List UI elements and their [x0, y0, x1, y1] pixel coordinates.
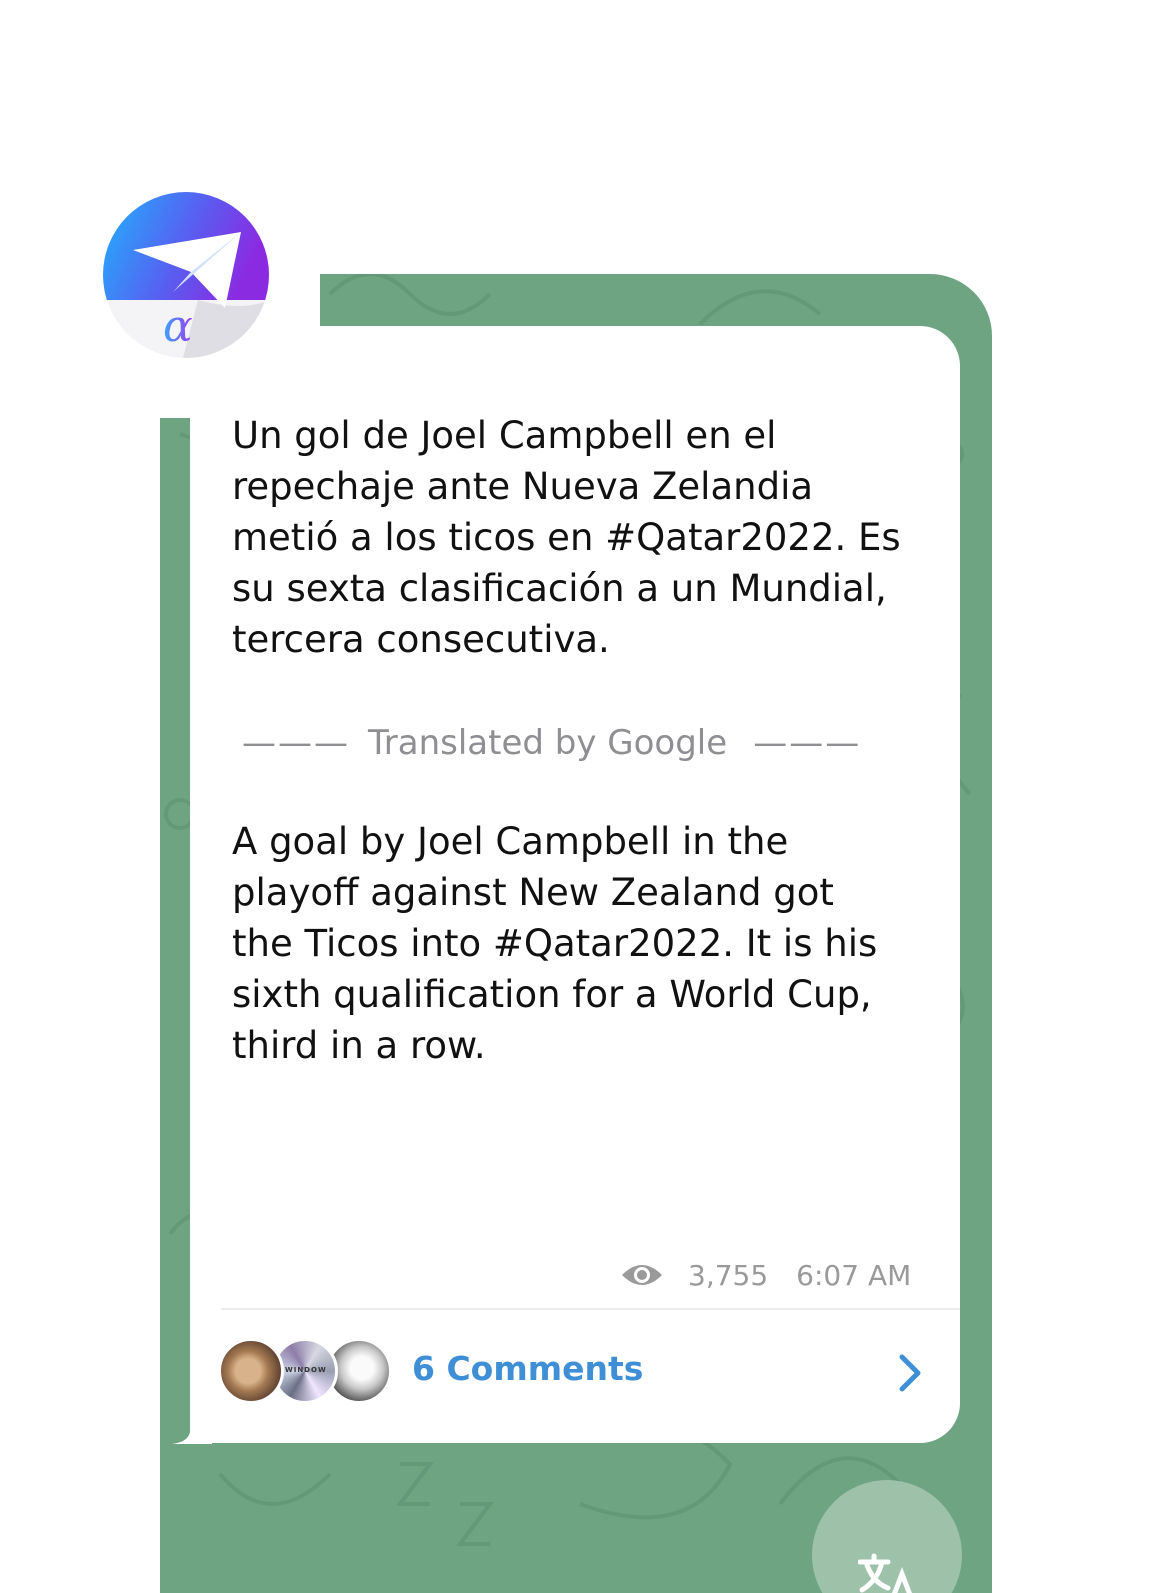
- message-time: 6:07 AM: [796, 1258, 912, 1292]
- view-count: 3,755: [688, 1258, 769, 1292]
- app-logo: α: [103, 192, 269, 358]
- comments-separator: [221, 1308, 960, 1310]
- message-meta: 3,755 6:07 AM: [620, 1255, 930, 1295]
- comments-count-label[interactable]: 6 Comments: [412, 1349, 643, 1388]
- svg-text:α: α: [163, 301, 193, 352]
- translation-divider: ——— Translated by Google ———: [242, 720, 861, 766]
- commenter-avatar: [218, 1338, 284, 1404]
- translated-by-label: Translated by Google: [368, 723, 728, 763]
- comments-button[interactable]: WINDOW 6 Comments: [218, 1335, 938, 1407]
- avatar-label: WINDOW: [285, 1366, 327, 1374]
- paper-plane-alpha-icon: α: [103, 192, 269, 358]
- divider-dashes-right: ———: [753, 723, 862, 763]
- chevron-right-icon[interactable]: [894, 1353, 926, 1393]
- message-original-text: Un gol de Joel Campbell en el repechaje …: [232, 414, 901, 661]
- translate-icon[interactable]: [858, 1552, 918, 1593]
- divider-dashes-left: ———: [242, 723, 350, 763]
- eye-icon: [622, 1265, 662, 1285]
- message-translated-text: A goal by Joel Campbell in the playoff a…: [232, 820, 878, 1067]
